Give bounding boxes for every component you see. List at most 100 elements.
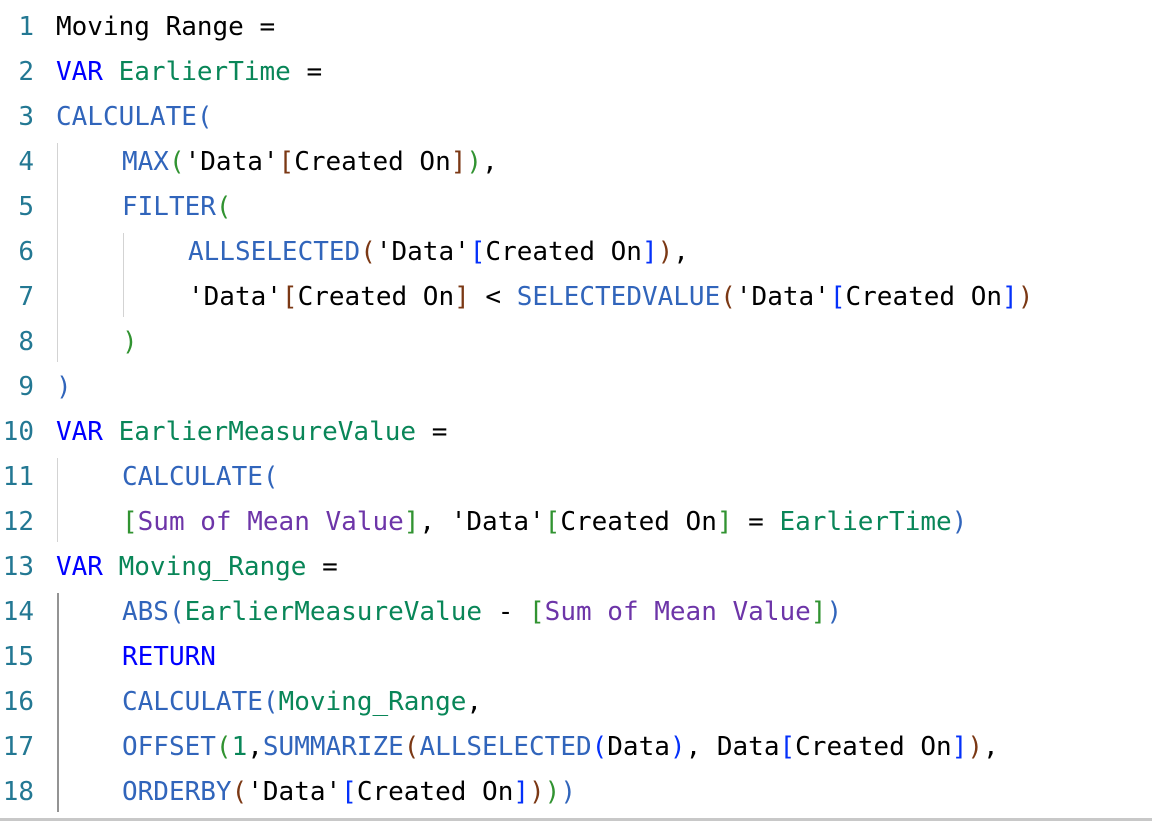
code-token: FILTER bbox=[122, 192, 216, 222]
code-token: ( bbox=[262, 462, 279, 492]
code-token: ( bbox=[591, 732, 608, 762]
code-token: VAR bbox=[56, 552, 119, 582]
code-token: , bbox=[685, 732, 717, 762]
code-line: 4 MAX('Data'[Created On]), bbox=[0, 140, 1152, 185]
code-token: ) bbox=[122, 327, 138, 357]
code-text[interactable]: ALLSELECTED('Data'[Created On]), bbox=[188, 230, 689, 275]
code-token: Created On bbox=[560, 507, 717, 537]
code-token: ] bbox=[513, 777, 530, 807]
code-token: [ bbox=[469, 237, 486, 267]
code-text[interactable]: CALCULATE(Moving_Range, bbox=[122, 680, 482, 725]
code-token: SUMMARIZE bbox=[262, 732, 404, 762]
code-token: , bbox=[466, 687, 483, 717]
code-line: 1 Moving Range = bbox=[0, 5, 1152, 50]
indent-guide bbox=[57, 458, 58, 542]
code-line: 18 ORDERBY('Data'[Created On]))) bbox=[0, 770, 1152, 815]
line-number: 18 bbox=[2, 777, 34, 807]
code-token: 'Data' bbox=[184, 147, 279, 177]
code-token: , bbox=[673, 237, 689, 267]
code-token: ( bbox=[196, 102, 213, 132]
code-token: 'Data' bbox=[375, 237, 470, 267]
code-text[interactable]: Moving Range = bbox=[56, 5, 275, 50]
code-line: 10 VAR EarlierMeasureValue = bbox=[0, 410, 1152, 455]
code-text[interactable]: CALCULATE( bbox=[56, 95, 213, 140]
code-token: = bbox=[290, 57, 323, 87]
line-number: 14 bbox=[2, 597, 34, 627]
line-number: 8 bbox=[18, 327, 34, 357]
line-number: 6 bbox=[18, 237, 34, 267]
code-token: CALCULATE bbox=[56, 102, 197, 132]
code-token: OFFSET bbox=[122, 732, 216, 762]
dax-code-editor[interactable]: 1 Moving Range = 2 VAR EarlierTime = 3 CALCUL… bbox=[0, 0, 1152, 818]
code-token: ) bbox=[669, 732, 686, 762]
code-line: 12 [Sum of Mean Value], 'Data'[Created On… bbox=[0, 500, 1152, 545]
code-line: 17 OFFSET(1,SUMMARIZE(ALLSELECTED(Data), … bbox=[0, 725, 1152, 770]
line-number: 10 bbox=[2, 417, 34, 447]
code-line: 15 RETURN bbox=[0, 635, 1152, 680]
code-token: Created On bbox=[845, 282, 1003, 312]
code-text[interactable]: OFFSET(1,SUMMARIZE(ALLSELECTED(Data), Da… bbox=[122, 725, 999, 770]
code-token: EarlierTime bbox=[779, 507, 952, 537]
code-text[interactable]: VAR Moving_Range = bbox=[56, 545, 338, 590]
code-text[interactable]: MAX('Data'[Created On]), bbox=[122, 140, 498, 185]
code-token: Moving_Range bbox=[278, 687, 467, 717]
line-number: 12 bbox=[2, 507, 34, 537]
code-text[interactable]: VAR EarlierMeasureValue = bbox=[56, 410, 447, 455]
code-line: 14 ABS(EarlierMeasureValue - [Sum of Mean… bbox=[0, 590, 1152, 635]
code-text[interactable]: 'Data'[Created On] < SELECTEDVALUE('Data… bbox=[188, 275, 1033, 320]
code-token: ] bbox=[810, 597, 827, 627]
code-token: ORDERBY bbox=[122, 777, 232, 807]
code-token: ALLSELECTED bbox=[419, 732, 592, 762]
code-text[interactable]: [Sum of Mean Value], 'Data'[Created On] … bbox=[122, 500, 967, 545]
code-text[interactable]: ) bbox=[122, 320, 138, 365]
code-token: [ bbox=[278, 147, 295, 177]
code-token: ) bbox=[1017, 282, 1034, 312]
code-text[interactable]: CALCULATE( bbox=[122, 455, 279, 500]
code-line: 2 VAR EarlierTime = bbox=[0, 50, 1152, 95]
code-text[interactable]: ) bbox=[56, 365, 72, 410]
code-line: 7 'Data'[Created On] < SELECTEDVALUE('Dat… bbox=[0, 275, 1152, 320]
code-token: ) bbox=[657, 237, 674, 267]
code-token: RETURN bbox=[122, 642, 216, 672]
code-line: 5 FILTER( bbox=[0, 185, 1152, 230]
code-token: CALCULATE bbox=[122, 687, 263, 717]
code-token: ( bbox=[168, 147, 185, 177]
code-line: 6 ALLSELECTED('Data'[Created On]), bbox=[0, 230, 1152, 275]
code-token: , bbox=[419, 507, 451, 537]
line-number: 4 bbox=[18, 147, 34, 177]
code-token: ( bbox=[168, 597, 185, 627]
code-line: 11 CALCULATE( bbox=[0, 455, 1152, 500]
line-number: 9 bbox=[18, 372, 34, 402]
code-token: , bbox=[983, 732, 999, 762]
code-token: ) bbox=[544, 777, 561, 807]
code-token: EarlierMeasureValue bbox=[118, 417, 417, 447]
code-token: [ bbox=[544, 507, 561, 537]
code-text[interactable]: FILTER( bbox=[122, 185, 232, 230]
code-text[interactable]: VAR EarlierTime = bbox=[56, 50, 322, 95]
indent-guide bbox=[57, 143, 58, 362]
code-token: ( bbox=[720, 282, 736, 312]
code-token: ( bbox=[262, 687, 279, 717]
code-token: ABS bbox=[122, 597, 169, 627]
code-token: [ bbox=[341, 777, 357, 807]
code-token: ( bbox=[360, 237, 376, 267]
code-token: EarlierTime bbox=[118, 57, 291, 87]
line-number: 1 bbox=[18, 12, 34, 42]
code-token: ] bbox=[716, 507, 733, 537]
code-token: CALCULATE bbox=[122, 462, 263, 492]
code-token: Sum of Mean Value bbox=[544, 597, 811, 627]
code-token: ) bbox=[826, 597, 843, 627]
line-number: 16 bbox=[2, 687, 34, 717]
code-token: 'Data' bbox=[247, 777, 342, 807]
code-text[interactable]: RETURN bbox=[122, 635, 216, 680]
code-line: 3 CALCULATE( bbox=[0, 95, 1152, 140]
code-token: ) bbox=[951, 507, 968, 537]
code-token: Created On bbox=[297, 282, 455, 312]
code-token: Created On bbox=[795, 732, 952, 762]
line-number: 7 bbox=[18, 282, 34, 312]
code-text[interactable]: ABS(EarlierMeasureValue - [Sum of Mean V… bbox=[122, 590, 842, 635]
code-text[interactable]: ORDERBY('Data'[Created On]))) bbox=[122, 770, 576, 815]
code-token: 'Data' bbox=[450, 507, 545, 537]
line-number: 11 bbox=[2, 462, 34, 492]
line-number: 2 bbox=[18, 57, 34, 87]
